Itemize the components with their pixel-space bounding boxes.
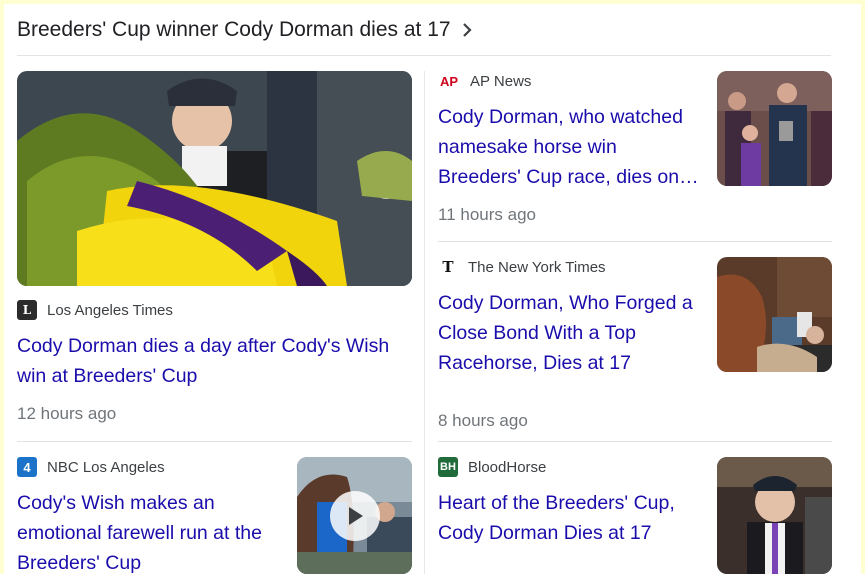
source-name: Los Angeles Times: [47, 301, 173, 319]
nyt-logo-icon: T: [438, 257, 458, 277]
article-headline-link[interactable]: Cody Dorman, who watched namesake horse …: [438, 102, 703, 192]
source-name: BloodHorse: [468, 458, 547, 476]
bloodhorse-thumbnail[interactable]: [717, 457, 832, 574]
row-divider: [17, 441, 412, 442]
article-card-nyt[interactable]: T The New York Times Cody Dorman, Who Fo…: [438, 257, 703, 431]
chevron-right-icon: [461, 20, 475, 40]
article-card-ap-news[interactable]: AP AP News Cody Dorman, who watched name…: [438, 71, 703, 225]
header-divider: [17, 55, 831, 56]
article-timestamp: 12 hours ago: [17, 404, 117, 423]
article-card-la-times[interactable]: L Los Angeles Times Cody Dorman dies a d…: [17, 300, 412, 424]
nbc-video-thumbnail[interactable]: [297, 457, 412, 574]
source-name: AP News: [470, 72, 532, 90]
ap-logo-icon: AP: [438, 71, 460, 91]
column-divider: [424, 71, 425, 574]
article-headline-link[interactable]: Cody Dorman, Who Forged a Close Bond Wit…: [438, 288, 703, 378]
top-stories-panel: Breeders' Cup winner Cody Dorman dies at…: [4, 4, 861, 574]
row-divider: [438, 241, 832, 242]
article-headline-link[interactable]: Cody Dorman dies a day after Cody's Wish…: [17, 331, 412, 391]
article-headline-link[interactable]: Heart of the Breeders' Cup, Cody Dorman …: [438, 488, 703, 548]
article-card-bloodhorse[interactable]: BH BloodHorse Heart of the Breeders' Cup…: [438, 457, 703, 548]
story-header-link[interactable]: Breeders' Cup winner Cody Dorman dies at…: [17, 12, 475, 48]
la-times-logo-icon: L: [17, 300, 37, 320]
ap-news-thumbnail[interactable]: [717, 71, 832, 186]
source-name: The New York Times: [468, 258, 606, 276]
play-icon[interactable]: [329, 490, 380, 541]
nbc-logo-icon: 4: [17, 457, 37, 477]
article-timestamp: 8 hours ago: [438, 411, 528, 430]
row-divider: [438, 441, 832, 442]
article-card-nbc-la[interactable]: 4 NBC Los Angeles Cody's Wish makes an e…: [17, 457, 282, 574]
article-headline-link[interactable]: Cody's Wish makes an emotional farewell …: [17, 488, 282, 574]
story-title: Breeders' Cup winner Cody Dorman dies at…: [17, 18, 451, 41]
featured-article-image[interactable]: [17, 71, 412, 286]
bloodhorse-logo-icon: BH: [438, 457, 458, 477]
article-timestamp: 11 hours ago: [438, 205, 536, 224]
nyt-thumbnail[interactable]: [717, 257, 832, 372]
source-name: NBC Los Angeles: [47, 458, 165, 476]
